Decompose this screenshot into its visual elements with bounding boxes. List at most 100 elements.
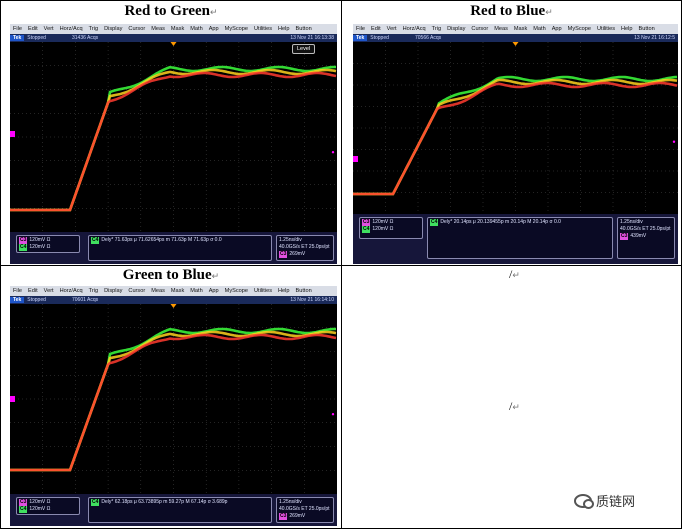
menu-item-myscope[interactable]: MyScope bbox=[222, 286, 251, 296]
menu-item-horz-acq[interactable]: Horz/Acq bbox=[57, 286, 86, 296]
acq-count: 70601 Acqs bbox=[72, 297, 99, 303]
scope-screenshot-2: File Edit Vert Horz/Acq Trig Display Cursor Mea… bbox=[353, 24, 678, 264]
menu-item-file[interactable]: File bbox=[353, 24, 368, 34]
menu-item-display[interactable]: Display bbox=[101, 24, 125, 34]
date-text: 13 Nov 21 16:13:38 bbox=[290, 35, 334, 41]
trigger-level-icon[interactable] bbox=[672, 140, 676, 143]
menu-item-trig[interactable]: Trig bbox=[86, 286, 101, 296]
menu-item-file[interactable]: File bbox=[10, 24, 25, 34]
readout-area: C3 120mV Ω C4 120mV Ω C4 Dely* 20.14ps μ 20… bbox=[353, 214, 678, 264]
readout-area: C3 120mV Ω C4 120mV Ω C4 Dely* 71.63ps μ 71… bbox=[10, 232, 337, 264]
menu-bar: File Edit Vert Horz/Acq Trig Display Cursor Mea… bbox=[10, 286, 337, 296]
channel-readout[interactable]: C3 120mV Ω C4 120mV Ω bbox=[359, 217, 423, 239]
watermark-text: 质链网 bbox=[596, 494, 636, 509]
menu-item-myscope[interactable]: MyScope bbox=[565, 24, 594, 34]
menu-item-app[interactable]: App bbox=[206, 286, 222, 296]
cell-green-to-blue: Green to Blue↵ File Edit Vert Horz/Acq Trig D… bbox=[0, 265, 342, 529]
menu-item-mask[interactable]: Mask bbox=[168, 24, 187, 34]
menu-item-file[interactable]: File bbox=[10, 286, 25, 296]
menu-item-button[interactable]: Button bbox=[636, 24, 658, 34]
waveform-svg bbox=[353, 42, 678, 214]
channel-marker[interactable] bbox=[10, 396, 15, 402]
status-text: Stopped bbox=[27, 35, 46, 41]
empty-cell-mark: /↵ bbox=[509, 267, 520, 281]
date-text: 13 Nov 21 16:14:10 bbox=[290, 297, 334, 303]
menu-item-display[interactable]: Display bbox=[444, 24, 468, 34]
menu-item-math[interactable]: Math bbox=[187, 286, 205, 296]
waveform-trace bbox=[10, 333, 337, 472]
menu-item-help[interactable]: Help bbox=[618, 24, 636, 34]
menu-item-button[interactable]: Button bbox=[293, 24, 315, 34]
menu-item-edit[interactable]: Edit bbox=[368, 24, 384, 34]
title-green-to-blue: Green to Blue↵ bbox=[122, 267, 220, 283]
trigger-position-icon[interactable] bbox=[170, 42, 177, 46]
waveform-svg bbox=[10, 42, 337, 232]
waveform-trace bbox=[10, 327, 336, 472]
chat-bubble-icon bbox=[574, 493, 594, 509]
menu-item-trig[interactable]: Trig bbox=[429, 24, 444, 34]
measurement-readout[interactable]: C4 Dely* 20.14ps μ 20.139455p m 20.14p M … bbox=[427, 217, 613, 259]
cell-red-to-blue: Red to Blue↵ File Edit Vert Horz/Acq Trig Dis… bbox=[341, 0, 682, 266]
channel-readout[interactable]: C3 120mV Ω C4 120mV Ω bbox=[16, 235, 80, 253]
menu-bar: File Edit Vert Horz/Acq Trig Display Cursor Mea… bbox=[353, 24, 678, 34]
menu-item-vert[interactable]: Vert bbox=[41, 24, 57, 34]
trigger-position-icon[interactable] bbox=[170, 304, 177, 308]
channel-marker[interactable] bbox=[10, 131, 15, 137]
waveform-display: Level bbox=[10, 42, 337, 232]
timebase-readout[interactable]: 1.25ns/div 40.0GS/s ET 25.0ps/pt C3 439mV bbox=[617, 217, 675, 259]
trigger-position-icon[interactable] bbox=[512, 42, 519, 46]
menu-item-meas[interactable]: Meas bbox=[148, 24, 168, 34]
title-red-to-green: Red to Green↵ bbox=[124, 3, 218, 19]
cell-empty: /↵ /↵ 质链网 bbox=[341, 265, 682, 529]
menu-item-horz-acq[interactable]: Horz/Acq bbox=[400, 24, 429, 34]
menu-item-math[interactable]: Math bbox=[187, 24, 205, 34]
menu-item-vert[interactable]: Vert bbox=[384, 24, 400, 34]
menu-bar: File Edit Vert Horz/Acq Trig Display Cursor Mea… bbox=[10, 24, 337, 34]
channel-readout[interactable]: C3 120mV Ω C4 120mV Ω bbox=[16, 497, 80, 515]
timebase-readout[interactable]: 1.25ns/div 40.0GS/s ET 25.0ps/pt C3 269mV bbox=[276, 235, 334, 261]
watermark: 质链网 bbox=[574, 491, 635, 510]
acq-count: 70566 Acqs bbox=[415, 35, 442, 41]
status-text: Stopped bbox=[370, 35, 389, 41]
measurement-readout[interactable]: C4 Dely* 62.18ps μ 63.73895p m 59.27p M 6… bbox=[88, 497, 272, 523]
menu-item-meas[interactable]: Meas bbox=[148, 286, 168, 296]
date-text: 13 Nov 21 16:12:5 bbox=[634, 35, 675, 41]
menu-item-meas[interactable]: Meas bbox=[491, 24, 511, 34]
menu-item-mask[interactable]: Mask bbox=[511, 24, 530, 34]
waveform-trace bbox=[10, 65, 336, 212]
trigger-level-icon[interactable] bbox=[331, 413, 335, 416]
waveform-display bbox=[353, 42, 678, 214]
waveform-trace bbox=[10, 68, 337, 212]
acq-count: 31436 Acqs bbox=[72, 35, 99, 41]
menu-item-help[interactable]: Help bbox=[275, 24, 293, 34]
title-red-to-blue: Red to Blue↵ bbox=[470, 3, 553, 19]
menu-item-edit[interactable]: Edit bbox=[25, 286, 41, 296]
menu-item-math[interactable]: Math bbox=[530, 24, 548, 34]
menu-item-app[interactable]: App bbox=[206, 24, 222, 34]
menu-item-cursor[interactable]: Cursor bbox=[125, 286, 148, 296]
menu-item-mask[interactable]: Mask bbox=[168, 286, 187, 296]
menu-item-horz-acq[interactable]: Horz/Acq bbox=[57, 24, 86, 34]
level-button[interactable]: Level bbox=[292, 44, 316, 54]
menu-item-button[interactable]: Button bbox=[293, 286, 315, 296]
waveform-svg bbox=[10, 304, 337, 494]
menu-item-cursor[interactable]: Cursor bbox=[468, 24, 491, 34]
menu-item-app[interactable]: App bbox=[549, 24, 565, 34]
timebase-readout[interactable]: 1.25ns/div 40.0GS/s ET 25.0ps/pt C3 269mV bbox=[276, 497, 334, 523]
menu-item-cursor[interactable]: Cursor bbox=[125, 24, 148, 34]
menu-item-utilities[interactable]: Utilities bbox=[251, 24, 275, 34]
menu-item-utilities[interactable]: Utilities bbox=[594, 24, 618, 34]
measurement-readout[interactable]: C4 Dely* 71.63ps μ 71.62654ps m 71.63p M … bbox=[88, 235, 272, 261]
menu-item-help[interactable]: Help bbox=[275, 286, 293, 296]
menu-item-display[interactable]: Display bbox=[101, 286, 125, 296]
menu-item-trig[interactable]: Trig bbox=[86, 24, 101, 34]
menu-item-utilities[interactable]: Utilities bbox=[251, 286, 275, 296]
menu-item-myscope[interactable]: MyScope bbox=[222, 24, 251, 34]
waveform-display bbox=[10, 304, 337, 494]
menu-item-edit[interactable]: Edit bbox=[25, 24, 41, 34]
trigger-level-icon[interactable] bbox=[331, 151, 335, 154]
menu-item-vert[interactable]: Vert bbox=[41, 286, 57, 296]
channel-marker[interactable] bbox=[353, 156, 358, 162]
waveform-trace bbox=[353, 81, 678, 196]
cell-red-to-green: Red to Green↵ File Edit Vert Horz/Acq Trig Di… bbox=[0, 0, 342, 266]
